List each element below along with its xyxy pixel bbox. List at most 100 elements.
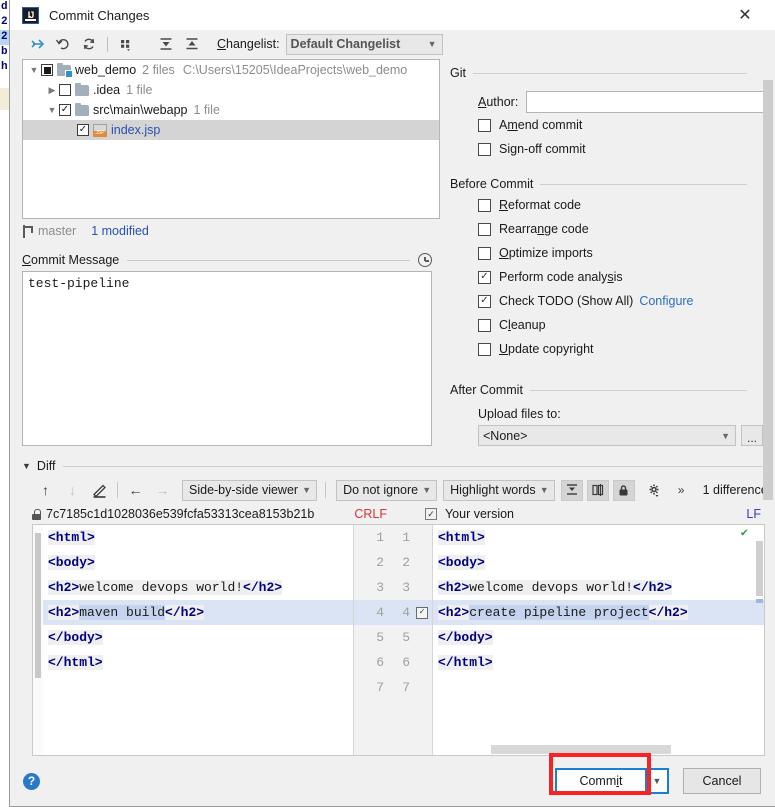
checkbox-box[interactable]: ✓: [478, 294, 491, 308]
checkbox-box[interactable]: [478, 342, 491, 356]
line-number-right: 2: [402, 555, 410, 570]
clock-icon[interactable]: [418, 253, 432, 267]
section-rule: [472, 72, 747, 74]
checkbox-label: Update copyright: [499, 342, 594, 356]
checkbox-label: Cleanup: [499, 318, 546, 332]
code-line: </body>: [43, 625, 353, 650]
left-change-gutter[interactable]: [33, 525, 43, 755]
tree-row[interactable]: ▼ web_demo 2 files C:\Users\15205\IdeaProje…: [23, 60, 439, 80]
sync-scroll-icon[interactable]: [586, 479, 609, 501]
right-pane-hscroll[interactable]: [433, 744, 764, 755]
accept-change-checkbox[interactable]: ✓: [416, 606, 428, 619]
checkbox-box[interactable]: [478, 246, 491, 260]
collapse-unchanged-icon[interactable]: [560, 479, 583, 501]
perform-code-analysis-checkbox[interactable]: ✓ Perform code analysis: [450, 265, 775, 289]
tree-row[interactable]: ✓ index.jsp: [23, 120, 439, 140]
code-token: <h2>: [48, 605, 80, 620]
chevron-down-icon: ▼: [427, 39, 437, 49]
expand-all-icon[interactable]: [24, 33, 50, 55]
commit-message-input[interactable]: test-pipeline: [22, 271, 432, 446]
diff-pane-left[interactable]: ✔ <html><body><h2>welcome devops world!<…: [43, 525, 353, 755]
collapse-tree-icon[interactable]: [179, 33, 205, 55]
folder-icon: [75, 82, 89, 96]
diff-highlight-mode-dropdown[interactable]: Highlight words ▼: [443, 479, 555, 501]
toolbar-separator: [117, 482, 118, 498]
arrow-down-icon[interactable]: ↓: [59, 479, 86, 501]
upload-target-dropdown[interactable]: <None> ▼: [478, 425, 736, 446]
optimize-imports-checkbox[interactable]: Optimize imports: [450, 241, 775, 265]
tree-row-checkbox[interactable]: ✓: [59, 104, 71, 116]
sign-off-commit-checkbox[interactable]: Sign-off commit: [450, 137, 775, 161]
rollback-icon[interactable]: [50, 33, 76, 55]
checkbox-box[interactable]: [478, 142, 491, 156]
line-number-right: 5: [402, 630, 410, 645]
accel-char: n: [537, 222, 545, 236]
cleanup-checkbox[interactable]: Cleanup: [450, 313, 775, 337]
before-commit-group-header: Before Commit: [450, 175, 775, 193]
chevron-double-right-icon[interactable]: »: [668, 479, 695, 501]
code-token: welcome devops world!: [469, 580, 634, 595]
commit-message-header: Commit Message: [22, 249, 440, 271]
tree-row-file-count: 1 file: [193, 103, 220, 117]
arrow-right-icon[interactable]: →: [149, 479, 176, 501]
lock-icon[interactable]: [612, 479, 635, 501]
diff-section-header[interactable]: ▼ Diff: [10, 456, 775, 476]
code-token: create pipeline project: [469, 605, 649, 620]
changelist-label: Changelist:: [217, 37, 280, 51]
reformat-code-checkbox[interactable]: Reformat code: [450, 193, 775, 217]
before-commit-title: Before Commit: [450, 177, 534, 191]
section-rule: [540, 183, 747, 185]
update-copyright-checkbox[interactable]: Update copyright: [450, 337, 775, 361]
right-pane-vscroll-thumb[interactable]: [756, 541, 763, 596]
rearrange-code-checkbox[interactable]: Rearrange code: [450, 217, 775, 241]
arrow-up-icon[interactable]: ↑: [32, 479, 59, 501]
commit-dropdown-button[interactable]: ▼: [647, 768, 669, 794]
changed-files-tree[interactable]: ▼ web_demo 2 files C:\Users\15205\IdeaProje…: [22, 59, 440, 219]
chevron-down-icon[interactable]: ▼: [27, 65, 41, 75]
options-scrollbar-thumb[interactable]: [763, 80, 773, 500]
line-number-row: 33: [354, 575, 432, 600]
expand-tree-icon[interactable]: [153, 33, 179, 55]
tree-row-checkbox[interactable]: ✓: [77, 124, 89, 136]
tree-row-path: C:\Users\15205\IdeaProjects\web_demo: [182, 63, 408, 77]
diff-viewer-mode-value: Side-by-side viewer: [189, 483, 299, 497]
cancel-button[interactable]: Cancel: [683, 768, 761, 794]
tree-row-checkbox[interactable]: [59, 84, 71, 96]
background-editor-line: d: [1, 1, 8, 13]
background-editor-line: 2: [1, 16, 8, 28]
checkbox-box[interactable]: [478, 222, 491, 236]
tree-row-checkbox[interactable]: [41, 64, 53, 76]
accel-char: O: [499, 246, 509, 260]
refresh-icon[interactable]: [76, 33, 102, 55]
check-todo-checkbox[interactable]: ✓ Check TODO (Show All) Configure: [450, 289, 775, 313]
gear-icon[interactable]: [641, 479, 668, 501]
your-version-checkbox[interactable]: ✓: [424, 508, 437, 520]
tree-row[interactable]: ▶ .idea 1 file: [23, 80, 439, 100]
chevron-down-icon[interactable]: ▼: [45, 105, 59, 115]
diff-viewer-mode-dropdown[interactable]: Side-by-side viewer ▼: [182, 479, 318, 501]
checkbox-box[interactable]: [478, 318, 491, 332]
close-icon[interactable]: ✕: [727, 0, 763, 30]
help-icon[interactable]: ?: [23, 772, 40, 790]
checkbox-box[interactable]: [478, 198, 491, 212]
diff-ignore-mode-dropdown[interactable]: Do not ignore ▼: [336, 479, 438, 501]
arrow-left-icon[interactable]: ←: [122, 479, 149, 501]
line-number-row: 55: [354, 625, 432, 650]
diff-pane-right[interactable]: ✔ <html> <body> <h2>welcome devops world!<…: [433, 525, 764, 755]
commit-button[interactable]: Commit: [555, 768, 647, 794]
chevron-right-icon[interactable]: ▶: [45, 85, 59, 96]
checkbox-box[interactable]: ✓: [478, 270, 491, 284]
changelist-dropdown[interactable]: Default Changelist ▼: [285, 33, 443, 55]
pencil-icon[interactable]: [86, 479, 113, 501]
upload-browse-button[interactable]: ...: [741, 425, 763, 446]
right-pane-hscroll-thumb[interactable]: [491, 745, 671, 754]
tree-row[interactable]: ▼ ✓ src\main\webapp 1 file: [23, 100, 439, 120]
checkbox-box[interactable]: [478, 118, 491, 132]
code-token: </h2>: [243, 580, 283, 595]
group-by-icon[interactable]: [113, 33, 139, 55]
line-separator-left: CRLF: [354, 507, 387, 521]
amend-commit-checkbox[interactable]: Amend commit: [450, 113, 775, 137]
line-number-right: 4: [402, 605, 410, 620]
configure-link[interactable]: Configure: [639, 294, 693, 308]
author-field[interactable]: [526, 91, 767, 113]
